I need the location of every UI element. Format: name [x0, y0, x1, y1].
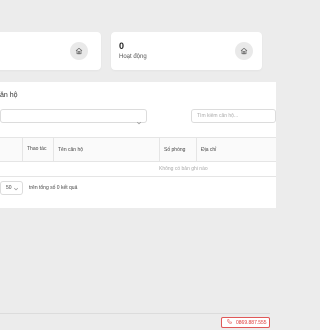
- chevron-down-icon: [13, 185, 19, 197]
- chevron-down-icon: [136, 113, 142, 131]
- apartment-list-panel: ăn hộ Thao tác Tên căn hộ Số phòng Địa c…: [0, 82, 276, 208]
- section-title: ăn hộ: [0, 92, 18, 99]
- divider: [0, 313, 270, 314]
- pagination-total: trên tổng số 0 kết quả: [29, 185, 78, 191]
- column-header-actions[interactable]: Thao tác: [22, 138, 53, 161]
- column-header-address[interactable]: Địa chỉ: [196, 138, 276, 161]
- search-input[interactable]: [191, 109, 276, 123]
- home-icon: [70, 42, 88, 60]
- stat-value: 0: [119, 41, 125, 51]
- phone-icon: [227, 319, 232, 326]
- filter-select[interactable]: [0, 109, 147, 125]
- hotline-button[interactable]: 0869.887.555: [221, 317, 270, 328]
- empty-table-row: Không có bản ghi nào: [0, 162, 276, 177]
- empty-message: Không có bản ghi nào: [159, 166, 208, 172]
- column-header-rooms[interactable]: Số phòng: [159, 138, 196, 161]
- column-header-name[interactable]: Tên căn hộ: [53, 138, 159, 161]
- stat-label: Hoạt động: [119, 54, 147, 60]
- page-size-value: 50: [6, 185, 12, 191]
- stat-card-total: [0, 32, 101, 70]
- hotline-number: 0869.887.555: [236, 319, 267, 326]
- stat-card-active: 0 Hoạt động: [111, 32, 262, 70]
- table-header: Thao tác Tên căn hộ Số phòng Địa chỉ: [0, 137, 276, 162]
- home-icon: [235, 42, 253, 60]
- page-size-select[interactable]: 50: [0, 181, 23, 195]
